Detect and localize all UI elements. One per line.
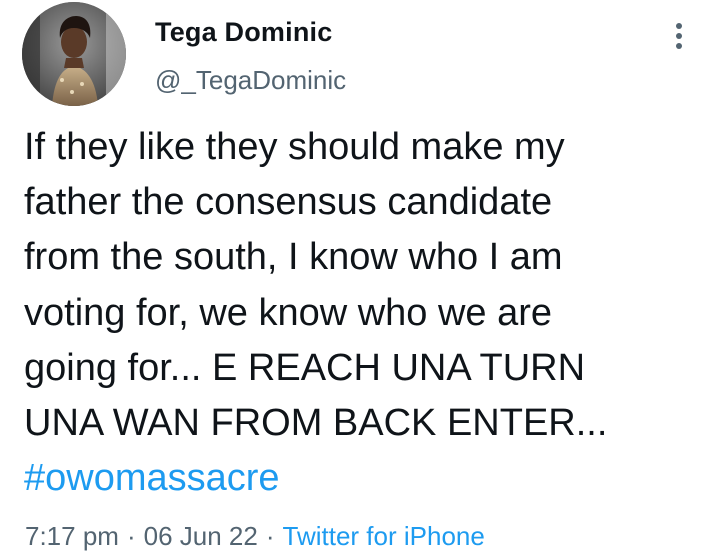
tweet-text-line: father the consensus candidate	[24, 181, 553, 224]
tweet-time[interactable]: 7:17 pm	[25, 521, 119, 551]
tweet-source-link[interactable]: Twitter for iPhone	[283, 521, 485, 551]
more-options-button[interactable]	[664, 16, 694, 56]
author-display-name[interactable]: Tega Dominic	[155, 17, 332, 48]
tweet-text-line: UNA WAN FROM BACK ENTER...	[24, 402, 608, 445]
tweet-text-line: voting for, we know who we are	[24, 291, 553, 334]
tweet-text-line: from the south, I know who I am	[24, 236, 563, 279]
meta-separator: ·	[265, 521, 275, 551]
avatar[interactable]	[22, 2, 126, 106]
tweet-text-line: going for... E REACH UNA TURN	[24, 346, 586, 389]
tweet-card: Tega Dominic @_TegaDominic If they like …	[0, 0, 720, 554]
tweet-meta: 7:17 pm · 06 Jun 22 · Twitter for iPhone	[25, 521, 485, 552]
hashtag-link[interactable]: #owomassacre	[24, 451, 694, 506]
meta-separator: ·	[126, 521, 136, 551]
more-vertical-icon	[676, 23, 682, 49]
author-handle[interactable]: @_TegaDominic	[155, 65, 346, 96]
tweet-text-line: If they like they should make my	[24, 126, 565, 168]
tweet-date[interactable]: 06 Jun 22	[144, 521, 258, 551]
avatar-image	[22, 2, 126, 106]
tweet-text: If they like they should make my father …	[24, 120, 694, 506]
